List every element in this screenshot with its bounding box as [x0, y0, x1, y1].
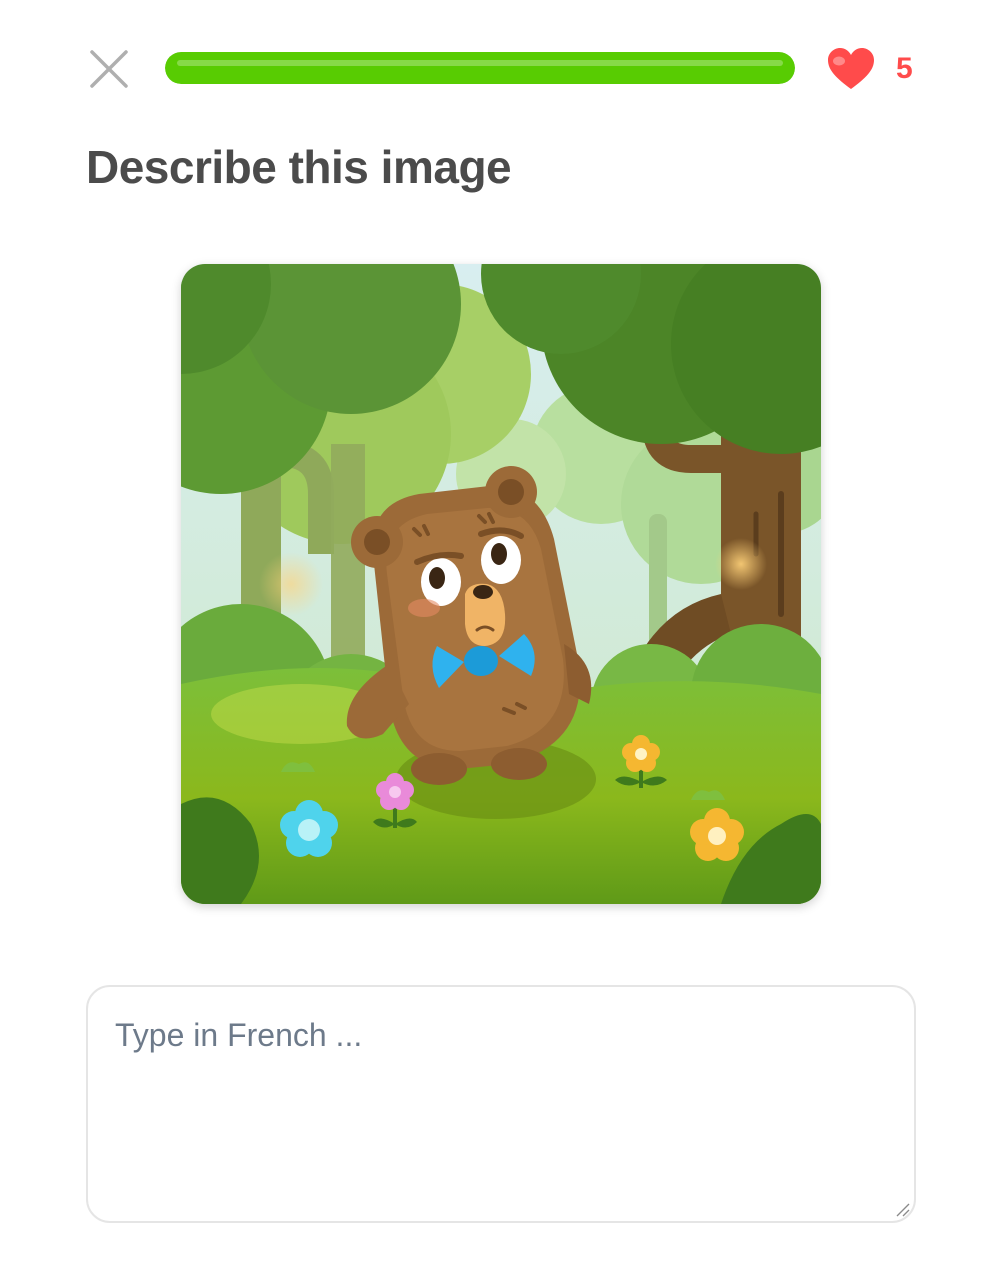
challenge-title: Describe this image — [86, 141, 512, 193]
lesson-progress-bar — [165, 52, 795, 84]
close-button[interactable] — [84, 44, 134, 94]
answer-textarea[interactable] — [88, 987, 914, 1221]
answer-field-container — [86, 985, 916, 1223]
lesson-screen: 5 Describe this image — [0, 0, 992, 1264]
hearts-counter[interactable]: 5 — [826, 44, 913, 94]
progress-shine — [177, 60, 783, 66]
bear-with-bowtie-icon — [181, 264, 821, 904]
heart-icon — [828, 48, 874, 89]
challenge-image — [181, 264, 821, 904]
progress-fill — [165, 52, 795, 84]
hearts-count: 5 — [896, 52, 913, 85]
close-icon — [90, 50, 128, 88]
resize-grip-icon[interactable] — [894, 1201, 910, 1217]
